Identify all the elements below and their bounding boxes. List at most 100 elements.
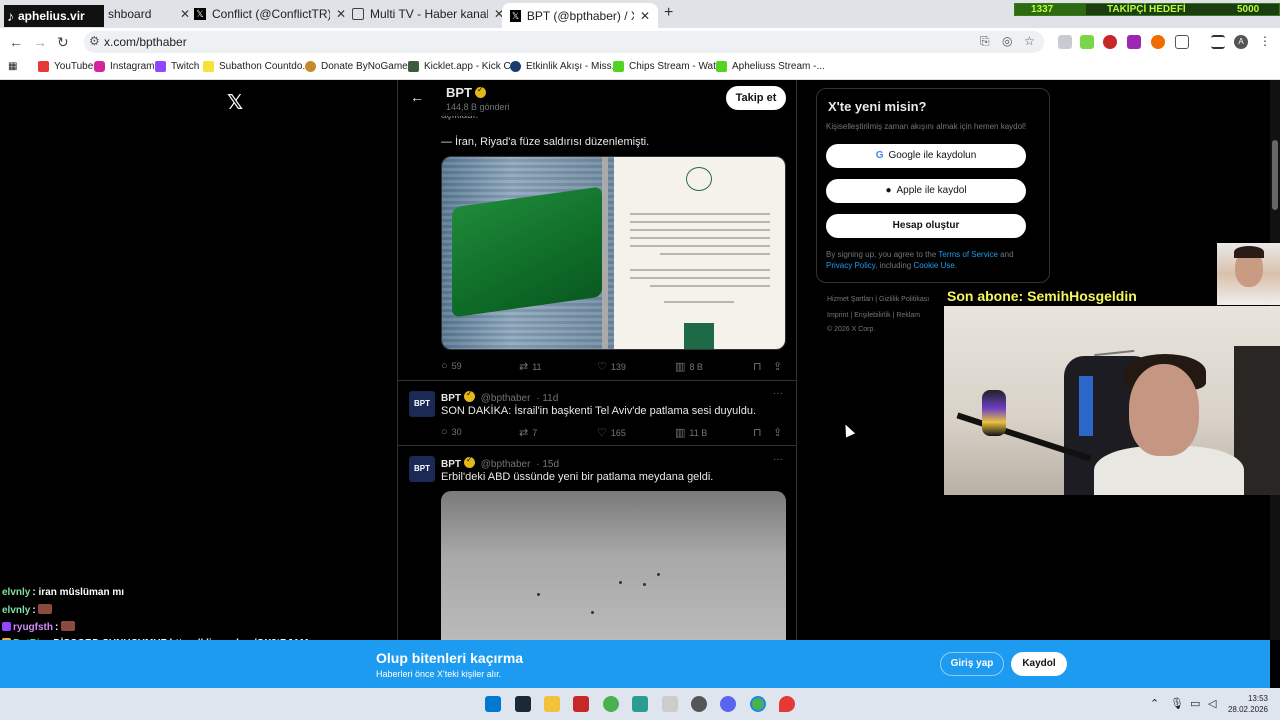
retweet-button[interactable]: ⇄ 7: [519, 426, 537, 439]
new-tab-button[interactable]: +: [664, 4, 673, 22]
bookmark-label: Chips Stream - Wat...: [629, 61, 725, 72]
app-icon[interactable]: [662, 696, 678, 712]
google-signup-button[interactable]: G Google ile kaydolun: [826, 144, 1026, 168]
address-bar[interactable]: ⚙ x.com/bpthaber ⎘ ◎ ☆: [84, 31, 1044, 53]
goal-target: 5000: [1237, 4, 1260, 15]
footer-links[interactable]: Hizmet Şartları | Gizlilik Politikası: [827, 296, 929, 303]
scrollbar-thumb[interactable]: [1272, 140, 1278, 210]
media-icon[interactable]: [1211, 35, 1225, 49]
app-icon[interactable]: [573, 696, 589, 712]
views-button[interactable]: ▥ 8 B: [675, 360, 703, 373]
chrome-icon[interactable]: [750, 696, 766, 712]
bookmark-twitch[interactable]: Twitch: [155, 61, 199, 72]
tab-conflict[interactable]: 𝕏 Conflict (@ConflictTR) / X ✕: [186, 3, 354, 25]
like-button[interactable]: ♡ 165: [597, 426, 626, 439]
subathon-icon: [203, 61, 214, 72]
like-button[interactable]: ♡ 139: [597, 360, 626, 373]
tweet-author[interactable]: BPT: [441, 459, 461, 470]
install-icon[interactable]: ⎘: [980, 34, 990, 49]
tweet-author[interactable]: BPT: [441, 393, 461, 404]
views-button[interactable]: ▥ 11 B: [675, 426, 707, 439]
bookmark-icon[interactable]: ⊓: [753, 360, 766, 373]
puzzle-icon[interactable]: [1175, 35, 1189, 49]
bookmark-subathon[interactable]: Subathon Countdo...: [203, 61, 311, 72]
app-icon[interactable]: [691, 696, 707, 712]
close-icon[interactable]: ✕: [640, 9, 650, 23]
share-icon[interactable]: ⇪: [773, 360, 786, 373]
bookmark-donate[interactable]: Donate ByNoGame...: [305, 61, 416, 72]
extension-icon[interactable]: [1151, 35, 1165, 49]
discord-icon[interactable]: [720, 696, 736, 712]
doc-line: [630, 221, 770, 223]
tab-bpt[interactable]: 𝕏 BPT (@bpthaber) / X ✕: [502, 3, 658, 28]
file-explorer-icon[interactable]: [544, 696, 560, 712]
tweet-age[interactable]: 15d: [542, 459, 559, 470]
privacy-link[interactable]: Privacy Policy: [826, 261, 875, 270]
apple-signup-button[interactable]: ● Apple ile kaydol: [826, 179, 1026, 203]
bookmark-instagram[interactable]: Instagram: [94, 61, 154, 72]
eye-off-icon[interactable]: ◎: [1002, 34, 1012, 48]
reply-icon: ○: [441, 360, 448, 372]
tweet-handle[interactable]: @bpthaber: [481, 393, 531, 404]
chrome-icon[interactable]: [603, 696, 619, 712]
windows-start-icon[interactable]: [485, 696, 501, 712]
reply-count: 59: [451, 361, 462, 371]
bookmark-etkinlik[interactable]: Etkinlik Akışı - Miss...: [510, 61, 620, 72]
more-icon[interactable]: ···: [773, 454, 783, 465]
app-icon[interactable]: [779, 696, 795, 712]
legal-and: and: [997, 250, 1014, 259]
chevron-up-icon[interactable]: ⌃: [1150, 697, 1159, 710]
back-icon[interactable]: ←: [9, 34, 23, 50]
tweet-media[interactable]: [441, 156, 786, 350]
tweet-age[interactable]: 11d: [542, 393, 558, 404]
retweet-button[interactable]: ⇄ 11: [519, 360, 542, 373]
profile-timeline: ← BPT 144,8 B gönderi Takip et açıkladı.…: [397, 80, 797, 640]
chair-stripe: [1079, 376, 1093, 436]
extension-icon[interactable]: [1103, 35, 1117, 49]
extension-icon[interactable]: [1127, 35, 1141, 49]
extension-icon[interactable]: [1080, 35, 1094, 49]
site-info-icon[interactable]: ⚙: [89, 34, 100, 48]
retweet-count: 11: [532, 362, 542, 372]
bookmark-chips[interactable]: Chips Stream - Wat...: [613, 61, 724, 72]
tweet-handle[interactable]: @bpthaber: [481, 459, 531, 470]
x-logo-icon[interactable]: 𝕏: [227, 90, 243, 115]
reply-button[interactable]: ○ 59: [441, 360, 462, 372]
shield-extension-icon[interactable]: [1058, 35, 1072, 49]
bookmark-icon[interactable]: ⊓: [753, 426, 766, 439]
terms-link[interactable]: Terms of Service: [938, 250, 998, 259]
bookmark-kicklet[interactable]: Kicklet.app - Kick C...: [408, 61, 519, 72]
bookmark-youtube[interactable]: YouTube: [38, 61, 93, 72]
footer-links[interactable]: Imprint | Erişilebilirlik | Reklam: [827, 312, 920, 319]
microphone-icon[interactable]: 🎙: [1170, 697, 1184, 710]
app-icon[interactable]: [632, 696, 648, 712]
star-icon[interactable]: ☆: [1024, 34, 1035, 48]
webcam-thumbnail: [1217, 243, 1280, 305]
register-button[interactable]: Kaydol: [1011, 652, 1067, 676]
back-arrow-icon[interactable]: ←: [410, 89, 424, 105]
cookie-link[interactable]: Cookie Use.: [913, 261, 957, 270]
volume-icon[interactable]: ◁: [1208, 697, 1216, 710]
create-account-button[interactable]: Hesap oluştur: [826, 214, 1026, 238]
system-clock[interactable]: 13:53 28.02.2026: [1224, 693, 1268, 715]
avatar[interactable]: BPT: [409, 456, 435, 482]
profile-avatar[interactable]: A: [1234, 35, 1248, 49]
reply-button[interactable]: ○ 30: [441, 426, 462, 438]
steam-icon[interactable]: [515, 696, 531, 712]
more-icon[interactable]: ···: [773, 388, 783, 399]
network-icon[interactable]: ▭: [1190, 697, 1200, 710]
apps-grid-icon[interactable]: ▦: [8, 61, 17, 72]
forward-icon[interactable]: →: [33, 34, 47, 50]
avatar[interactable]: BPT: [409, 391, 435, 417]
tweet-media[interactable]: [441, 491, 786, 640]
login-button[interactable]: Giriş yap: [940, 652, 1004, 676]
follow-button[interactable]: Takip et: [726, 86, 786, 110]
share-icon[interactable]: ⇪: [773, 426, 786, 439]
clock-time: 13:53: [1247, 694, 1268, 703]
menu-dots-icon[interactable]: ⋮: [1258, 35, 1272, 49]
bookmark-apheliuss[interactable]: Apheliuss Stream -...: [716, 61, 825, 72]
streamer-head: [1129, 364, 1199, 456]
tab-multitv[interactable]: Multi TV - Haber kanallarını ayn ✕: [344, 3, 512, 25]
reload-icon[interactable]: ↻: [57, 34, 69, 51]
tab-dashboard[interactable]: shboard ✕: [100, 3, 198, 25]
